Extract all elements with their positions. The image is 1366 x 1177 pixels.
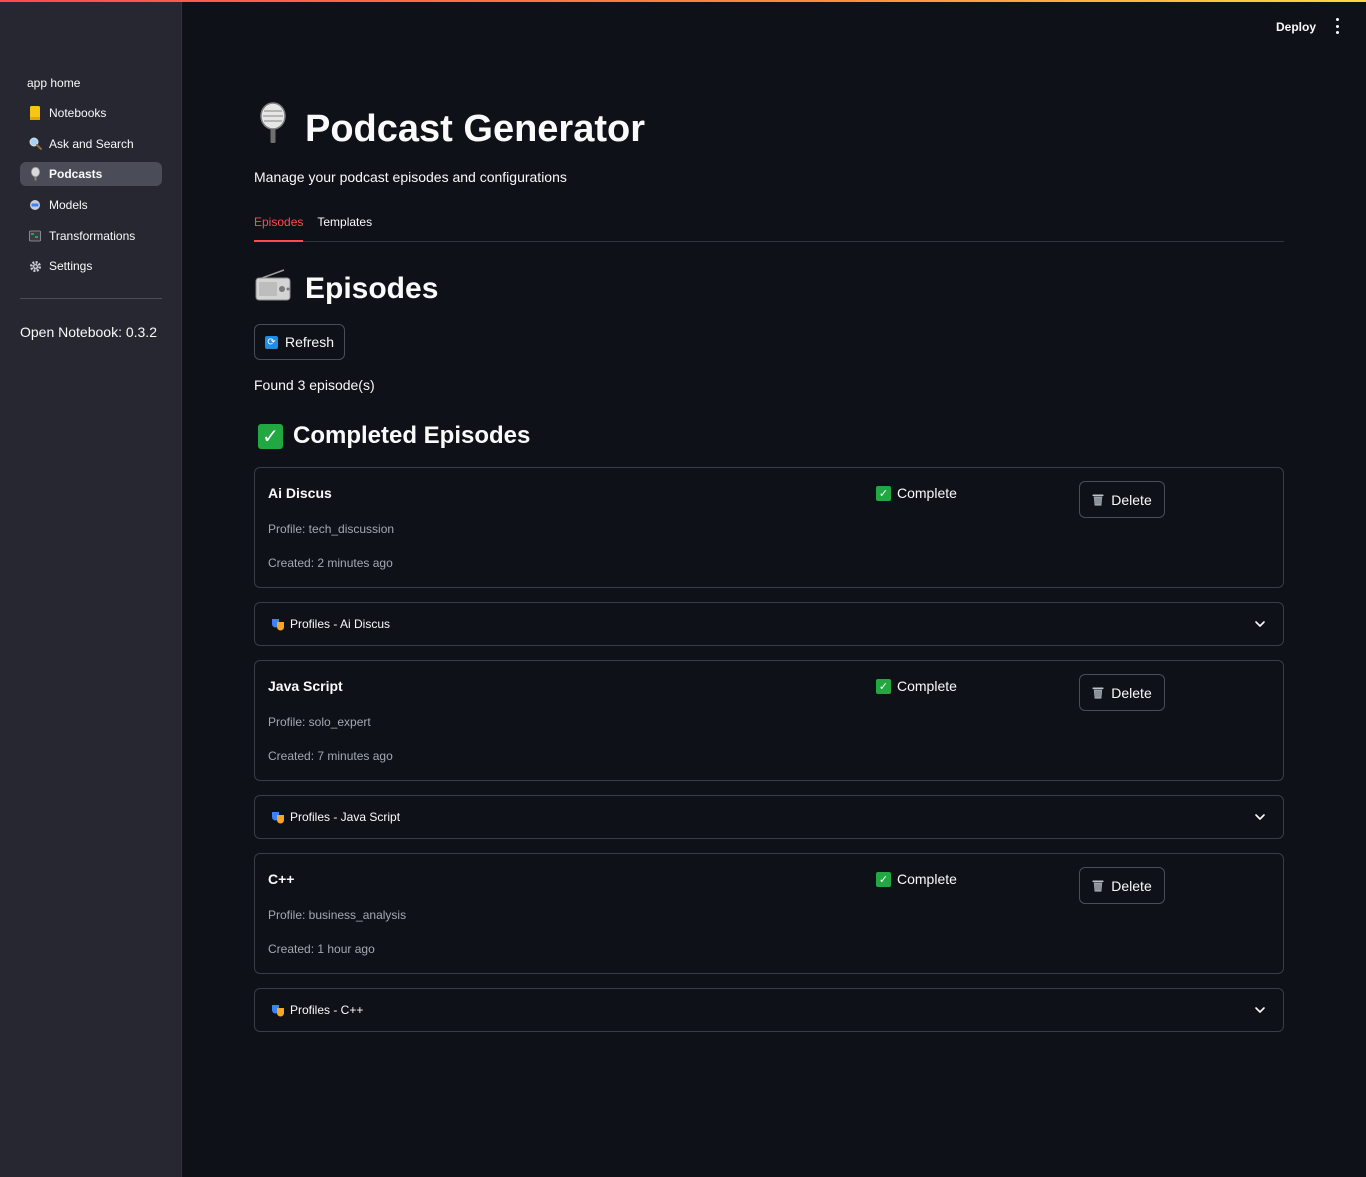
sidebar-divider <box>20 298 162 299</box>
transformations-icon <box>28 229 42 243</box>
sidebar-item-models[interactable]: Models <box>20 193 162 217</box>
refresh-button[interactable]: ⟳ Refresh <box>254 324 345 360</box>
refresh-button-label: Refresh <box>284 334 335 350</box>
delete-button-label: Delete <box>1111 877 1152 894</box>
check-mark-icon: ✓ <box>876 871 891 887</box>
episode-list: Ai Discus Profile: tech_discussion Creat… <box>254 467 1284 1046</box>
episode-created: Created: 2 minutes ago <box>268 556 393 570</box>
check-mark-icon: ✓ <box>876 485 891 501</box>
episode-created: Created: 1 hour ago <box>268 942 375 956</box>
delete-button[interactable]: Delete <box>1079 867 1165 904</box>
episode-count-text: Found 3 episode(s) <box>254 377 375 393</box>
profiles-expander-label: Profiles - Ai Discus <box>290 617 391 631</box>
episode-status-text: Complete <box>897 871 957 887</box>
microphone-icon <box>28 167 42 181</box>
gear-icon <box>28 259 42 273</box>
theater-masks-icon <box>272 619 284 631</box>
episode-status-text: Complete <box>897 678 957 694</box>
version-label: Open Notebook: 0.3.2 <box>20 324 157 340</box>
tab-templates[interactable]: Templates <box>317 207 372 242</box>
episode-profile: Profile: tech_discussion <box>268 522 395 536</box>
theater-masks-icon <box>272 1005 284 1017</box>
sidebar-item-label: Ask and Search <box>49 136 134 151</box>
sidebar-item-transformations[interactable]: Transformations <box>20 224 162 248</box>
episode-card: C++ Profile: business_analysis Created: … <box>254 853 1284 974</box>
delete-button[interactable]: Delete <box>1079 674 1165 711</box>
episode-card: Ai Discus Profile: tech_discussion Creat… <box>254 467 1284 588</box>
chevron-down-icon <box>1255 1007 1265 1013</box>
episode-status-text: Complete <box>897 485 957 501</box>
notebook-icon <box>28 106 42 120</box>
microphone-icon <box>254 102 305 156</box>
check-mark-icon: ✓ <box>258 423 283 449</box>
trash-icon <box>1092 880 1104 892</box>
sidebar-item-label: Podcasts <box>49 167 103 182</box>
section-title: Episodes <box>254 268 438 310</box>
completed-episodes-heading: ✓ Completed Episodes <box>258 422 530 450</box>
delete-button[interactable]: Delete <box>1079 481 1165 518</box>
sidebar-item-settings[interactable]: Settings <box>20 254 162 278</box>
episode-profile: Profile: solo_expert <box>268 715 371 729</box>
deploy-button[interactable]: Deploy <box>1270 16 1322 38</box>
episode-card: Java Script Profile: solo_expert Created… <box>254 660 1284 781</box>
page-subtitle: Manage your podcast episodes and configu… <box>254 169 567 185</box>
sidebar-item-label: Notebooks <box>49 106 107 120</box>
magnifier-icon <box>28 137 42 151</box>
sidebar: app home Notebooks Ask and Search Podcas… <box>0 0 182 1177</box>
section-title-text: Episodes <box>305 272 439 305</box>
robot-icon <box>28 198 42 212</box>
page-title-text: Podcast Generator <box>305 107 645 150</box>
sidebar-item-podcasts[interactable]: Podcasts <box>20 162 162 187</box>
sidebar-item-label: Transformations <box>49 228 136 243</box>
profiles-expander[interactable]: Profiles - C++ <box>254 988 1284 1032</box>
trash-icon <box>1092 687 1104 699</box>
check-mark-icon: ✓ <box>876 678 891 694</box>
refresh-icon: ⟳ <box>264 335 278 349</box>
episode-name: C++ <box>268 871 295 887</box>
profiles-expander-label: Profiles - Java Script <box>290 810 401 824</box>
episode-profile: Profile: business_analysis <box>268 908 407 922</box>
sidebar-nav: Notebooks Ask and Search Podcasts Models… <box>20 101 162 285</box>
chevron-down-icon <box>1255 621 1265 627</box>
sidebar-item-ask-and-search[interactable]: Ask and Search <box>20 132 162 156</box>
delete-button-label: Delete <box>1111 684 1152 701</box>
trash-icon <box>1092 494 1104 506</box>
tab-bar: Episodes Templates <box>254 207 1284 242</box>
sidebar-item-notebooks[interactable]: Notebooks <box>20 101 162 125</box>
completed-episodes-heading-text: Completed Episodes <box>293 422 531 449</box>
profiles-expander-label: Profiles - C++ <box>290 1003 364 1017</box>
episode-name: Ai Discus <box>268 485 332 501</box>
episode-created: Created: 7 minutes ago <box>268 749 393 763</box>
episode-status: ✓ Complete <box>876 678 957 694</box>
chevron-down-icon <box>1255 814 1265 820</box>
theater-masks-icon <box>272 812 284 824</box>
sidebar-section-label: app home <box>27 76 81 90</box>
profiles-expander[interactable]: Profiles - Java Script <box>254 795 1284 839</box>
delete-button-label: Delete <box>1111 491 1152 508</box>
sidebar-item-label: Settings <box>49 259 93 274</box>
tab-episodes[interactable]: Episodes <box>254 207 304 242</box>
top-decoration-bar <box>0 0 1366 2</box>
episode-status: ✓ Complete <box>876 485 957 501</box>
page-title: Podcast Generator <box>254 102 645 156</box>
episode-name: Java Script <box>268 678 343 694</box>
sidebar-item-label: Models <box>49 198 88 213</box>
episode-status: ✓ Complete <box>876 871 957 887</box>
kebab-menu-icon[interactable] <box>1330 18 1344 34</box>
radio-icon <box>254 268 305 310</box>
profiles-expander[interactable]: Profiles - Ai Discus <box>254 602 1284 646</box>
